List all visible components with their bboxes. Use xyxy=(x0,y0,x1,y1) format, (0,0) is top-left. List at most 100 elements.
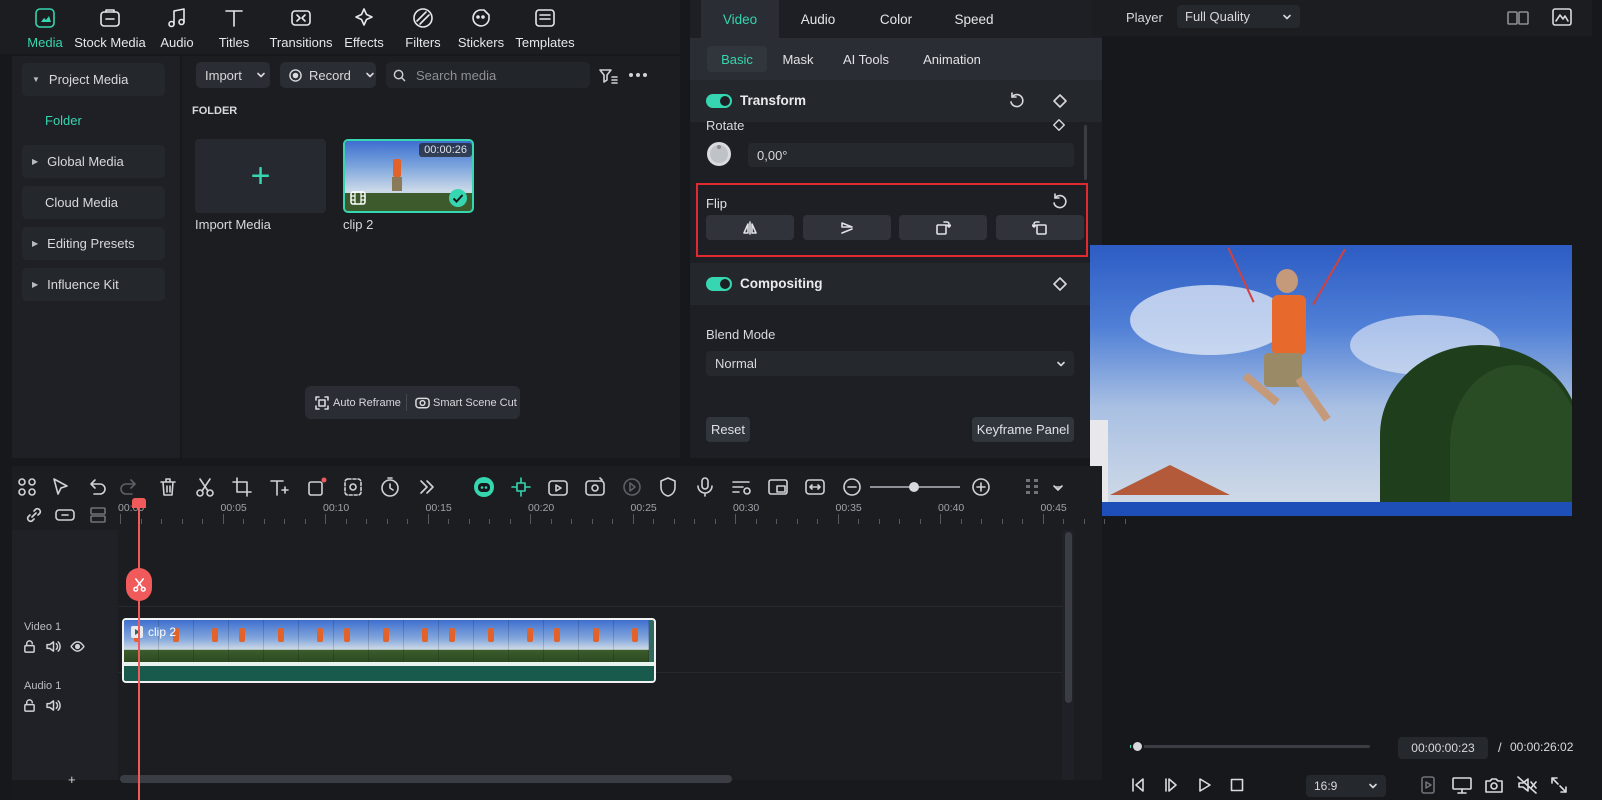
crop-icon[interactable] xyxy=(231,476,253,498)
subtab-ai-tools[interactable]: AI Tools xyxy=(830,46,902,72)
ai-assistant-icon[interactable] xyxy=(473,476,495,498)
tab-video[interactable]: Video xyxy=(701,0,779,38)
fit-timeline-icon[interactable] xyxy=(804,476,826,498)
media-clip-thumbnail[interactable]: 00:00:26 xyxy=(343,139,474,213)
timeline-video-clip[interactable]: clip 2 xyxy=(122,618,656,683)
subtab-mask[interactable]: Mask xyxy=(772,46,824,72)
tab-media[interactable]: Media xyxy=(14,4,76,50)
tab-audio[interactable]: Audio xyxy=(146,4,208,50)
lock-icon[interactable] xyxy=(23,640,36,653)
sidebar-item-project-media[interactable]: ▼ Project Media xyxy=(22,63,165,96)
horizontal-scroll-thumb[interactable] xyxy=(120,775,732,783)
render-icon[interactable] xyxy=(621,476,643,498)
chevron-down-icon[interactable] xyxy=(1052,476,1064,498)
split-scissors-icon[interactable] xyxy=(194,476,216,498)
lock-icon[interactable] xyxy=(23,699,36,712)
add-track-button[interactable]: + xyxy=(68,772,76,787)
track-layout-icon[interactable] xyxy=(1022,476,1044,498)
playback-progress-track[interactable] xyxy=(1130,745,1370,748)
record-dropdown[interactable]: Record xyxy=(280,62,376,88)
auto-reframe-button[interactable]: Auto Reframe xyxy=(315,386,401,419)
stop-icon[interactable] xyxy=(1229,777,1245,793)
tab-stickers[interactable]: Stickers xyxy=(450,4,512,50)
track-height-icon[interactable] xyxy=(88,505,108,525)
tab-templates[interactable]: Templates xyxy=(511,4,579,50)
auto-highlight-icon[interactable] xyxy=(547,476,569,498)
play-icon[interactable] xyxy=(1196,777,1212,793)
subtab-animation[interactable]: Animation xyxy=(910,46,994,72)
timeline-ruler[interactable]: 00:00 00:05 00:10 00:15 00:20 00:25 00:30 00:35… xyxy=(118,498,1126,528)
text-tool-icon[interactable] xyxy=(268,476,290,498)
microphone-icon[interactable] xyxy=(694,476,716,498)
quality-dropdown[interactable]: Full Quality xyxy=(1177,5,1300,28)
flip-horizontal-button[interactable] xyxy=(706,215,794,240)
reset-icon[interactable] xyxy=(1051,193,1069,211)
keyframe-panel-button[interactable]: Keyframe Panel xyxy=(972,417,1074,442)
rotate-value-field[interactable]: 0,00° xyxy=(748,143,1074,167)
playback-progress-thumb[interactable] xyxy=(1131,740,1144,753)
transform-toggle[interactable] xyxy=(706,94,732,108)
smart-scene-cut-button[interactable]: Smart Scene Cut xyxy=(415,386,517,419)
magnet-snap-icon[interactable] xyxy=(510,476,532,498)
vertical-scroll-thumb[interactable] xyxy=(1065,532,1072,703)
compositing-toggle[interactable] xyxy=(706,277,732,291)
select-pointer-icon[interactable] xyxy=(50,476,72,498)
video-preview[interactable] xyxy=(1090,245,1572,516)
shape-record-icon[interactable] xyxy=(306,476,328,498)
compare-view-icon[interactable] xyxy=(1507,10,1529,26)
zoom-in-icon[interactable] xyxy=(970,476,992,498)
rotate-dial[interactable] xyxy=(706,141,732,167)
eye-visibility-icon[interactable] xyxy=(70,641,85,652)
sidebar-item-editing-presets[interactable]: ▶ Editing Presets xyxy=(22,227,165,260)
marker-shield-icon[interactable] xyxy=(657,476,679,498)
tab-titles[interactable]: Titles xyxy=(203,4,265,50)
audio-mixer-icon[interactable] xyxy=(730,476,752,498)
keyframe-diamond-icon[interactable] xyxy=(1052,276,1068,292)
speaker-icon[interactable] xyxy=(46,699,61,712)
link-unlink-icon[interactable] xyxy=(24,505,44,525)
filter-sort-icon[interactable] xyxy=(598,66,618,86)
split-at-playhead-button[interactable] xyxy=(126,568,152,601)
keyframe-diamond-icon[interactable] xyxy=(1052,93,1068,109)
scopes-icon[interactable] xyxy=(1552,8,1572,26)
fullscreen-icon[interactable] xyxy=(1550,776,1568,794)
tab-speed[interactable]: Speed xyxy=(935,0,1013,38)
import-dropdown[interactable]: Import xyxy=(196,62,270,88)
import-media-tile[interactable]: + xyxy=(195,139,326,213)
speaker-icon[interactable] xyxy=(46,640,61,653)
link-clips-icon[interactable] xyxy=(54,505,76,525)
more-options-icon[interactable] xyxy=(628,72,648,78)
previous-frame-icon[interactable] xyxy=(1130,777,1146,793)
tab-audio[interactable]: Audio xyxy=(779,0,857,38)
snapshot-camera-icon[interactable] xyxy=(1484,776,1504,794)
tab-transitions[interactable]: Transitions xyxy=(269,4,333,50)
undo-icon[interactable] xyxy=(85,476,107,498)
speed-timer-icon[interactable] xyxy=(379,476,401,498)
rotate-counterclockwise-button[interactable] xyxy=(996,215,1084,240)
blend-mode-select[interactable]: Normal xyxy=(706,351,1074,376)
display-settings-icon[interactable] xyxy=(1452,776,1472,794)
sidebar-item-cloud-media[interactable]: Cloud Media xyxy=(22,186,165,219)
current-time[interactable]: 00:00:00:23 xyxy=(1398,737,1488,759)
zoom-slider-thumb[interactable] xyxy=(909,482,919,492)
ai-video-icon[interactable] xyxy=(584,476,606,498)
next-frame-icon[interactable] xyxy=(1163,777,1179,793)
subtab-basic[interactable]: Basic xyxy=(707,46,767,72)
layout-grid-icon[interactable] xyxy=(16,476,38,498)
sidebar-item-global-media[interactable]: ▶ Global Media xyxy=(22,145,165,178)
ai-select-icon[interactable] xyxy=(342,476,364,498)
delete-trash-icon[interactable] xyxy=(157,476,179,498)
tab-color[interactable]: Color xyxy=(857,0,935,38)
redo-icon[interactable] xyxy=(119,476,141,498)
props-scrollbar[interactable] xyxy=(1084,125,1087,180)
more-tools-icon[interactable] xyxy=(416,476,438,498)
zoom-out-icon[interactable] xyxy=(841,476,863,498)
sidebar-item-folder[interactable]: Folder xyxy=(22,104,165,137)
search-input[interactable]: Search media xyxy=(386,62,590,88)
reset-button[interactable]: Reset xyxy=(706,417,750,442)
playhead-line[interactable] xyxy=(138,502,140,800)
rotate-clockwise-button[interactable] xyxy=(899,215,987,240)
aspect-ratio-dropdown[interactable]: 16:9 xyxy=(1306,775,1386,797)
keyframe-diamond-icon[interactable] xyxy=(1052,118,1066,132)
reset-icon[interactable] xyxy=(1008,92,1026,110)
